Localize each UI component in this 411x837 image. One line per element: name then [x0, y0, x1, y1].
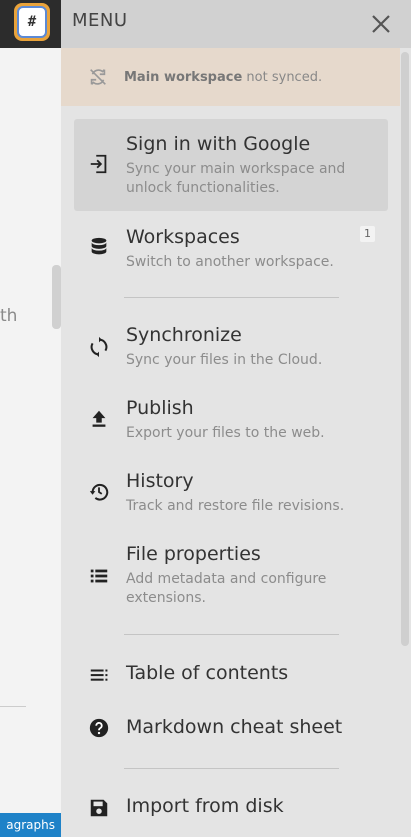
editor-scrollbar[interactable]: [52, 265, 61, 329]
sync-notice-workspace: Main workspace: [124, 69, 243, 85]
menu-item-desc: Export your files to the web.: [126, 425, 325, 441]
sign-in-icon: [90, 154, 107, 174]
menu-item-import-from-disk[interactable]: Import from disk: [74, 788, 388, 828]
editor-divider: [0, 706, 26, 707]
sync-off-icon: [90, 69, 106, 85]
menu-item-desc: Switch to another workspace.: [126, 254, 334, 270]
save-icon: [90, 799, 108, 817]
menu-item-desc: Track and restore file revisions.: [126, 498, 345, 514]
sync-notice-text: Main workspace not synced.: [124, 70, 322, 85]
editor-topbar: #: [0, 0, 61, 48]
menu-item-file-properties[interactable]: File properties Add metadata and configu…: [74, 536, 388, 616]
close-button[interactable]: [369, 12, 393, 36]
menu-divider: [124, 768, 339, 769]
side-menu: MENU Main workspace not synced. Sign in …: [61, 0, 411, 837]
menu-divider: [124, 634, 339, 635]
menu-item-title: Table of contents: [126, 662, 289, 684]
menu-title: MENU: [72, 10, 128, 31]
menu-item-workspaces[interactable]: Workspaces Switch to another workspace.: [74, 218, 388, 278]
menu-item-sign-in[interactable]: Sign in with Google Sync your main works…: [74, 119, 388, 211]
app-logo[interactable]: #: [14, 3, 50, 41]
editor-backdrop: # th agraphs: [0, 0, 61, 837]
help-icon: [89, 718, 109, 738]
list-icon: [90, 569, 108, 583]
menu-header: MENU: [61, 0, 411, 48]
menu-divider: [124, 297, 339, 298]
menu-item-title: Workspaces: [126, 226, 240, 248]
editor-peek-text: th: [0, 306, 18, 326]
menu-item-title: Sign in with Google: [126, 133, 311, 155]
logo-glyph: #: [17, 6, 47, 38]
workspaces-count-badge: 1: [360, 226, 375, 242]
editor-status-tag: agraphs: [0, 813, 61, 837]
close-icon: [372, 15, 390, 33]
database-icon: [91, 237, 107, 255]
toc-icon: [90, 669, 108, 681]
menu-item-desc: Sync your files in the Cloud.: [126, 352, 323, 368]
menu-item-desc: Add metadata and configure extensions.: [126, 571, 327, 606]
sync-notice: Main workspace not synced.: [61, 48, 400, 106]
menu-scrollbar[interactable]: [401, 52, 409, 646]
menu-item-title: Synchronize: [126, 324, 242, 346]
menu-item-title: File properties: [126, 543, 261, 565]
menu-item-table-of-contents[interactable]: Table of contents: [74, 655, 388, 695]
menu-item-markdown-cheat-sheet[interactable]: Markdown cheat sheet: [74, 709, 388, 749]
history-icon: [89, 483, 109, 501]
menu-item-desc: Sync your main workspace and unlock func…: [126, 161, 346, 196]
menu-item-title: Import from disk: [126, 795, 284, 817]
sync-icon: [90, 336, 108, 358]
menu-item-title: Markdown cheat sheet: [126, 716, 343, 738]
menu-item-history[interactable]: History Track and restore file revisions…: [74, 463, 388, 523]
menu-item-publish[interactable]: Publish Export your files to the web.: [74, 390, 388, 450]
sync-notice-status: not synced.: [242, 69, 323, 85]
upload-icon: [92, 410, 106, 427]
menu-item-title: Publish: [126, 397, 194, 419]
menu-item-synchronize[interactable]: Synchronize Sync your files in the Cloud…: [74, 317, 388, 377]
menu-item-title: History: [126, 470, 194, 492]
